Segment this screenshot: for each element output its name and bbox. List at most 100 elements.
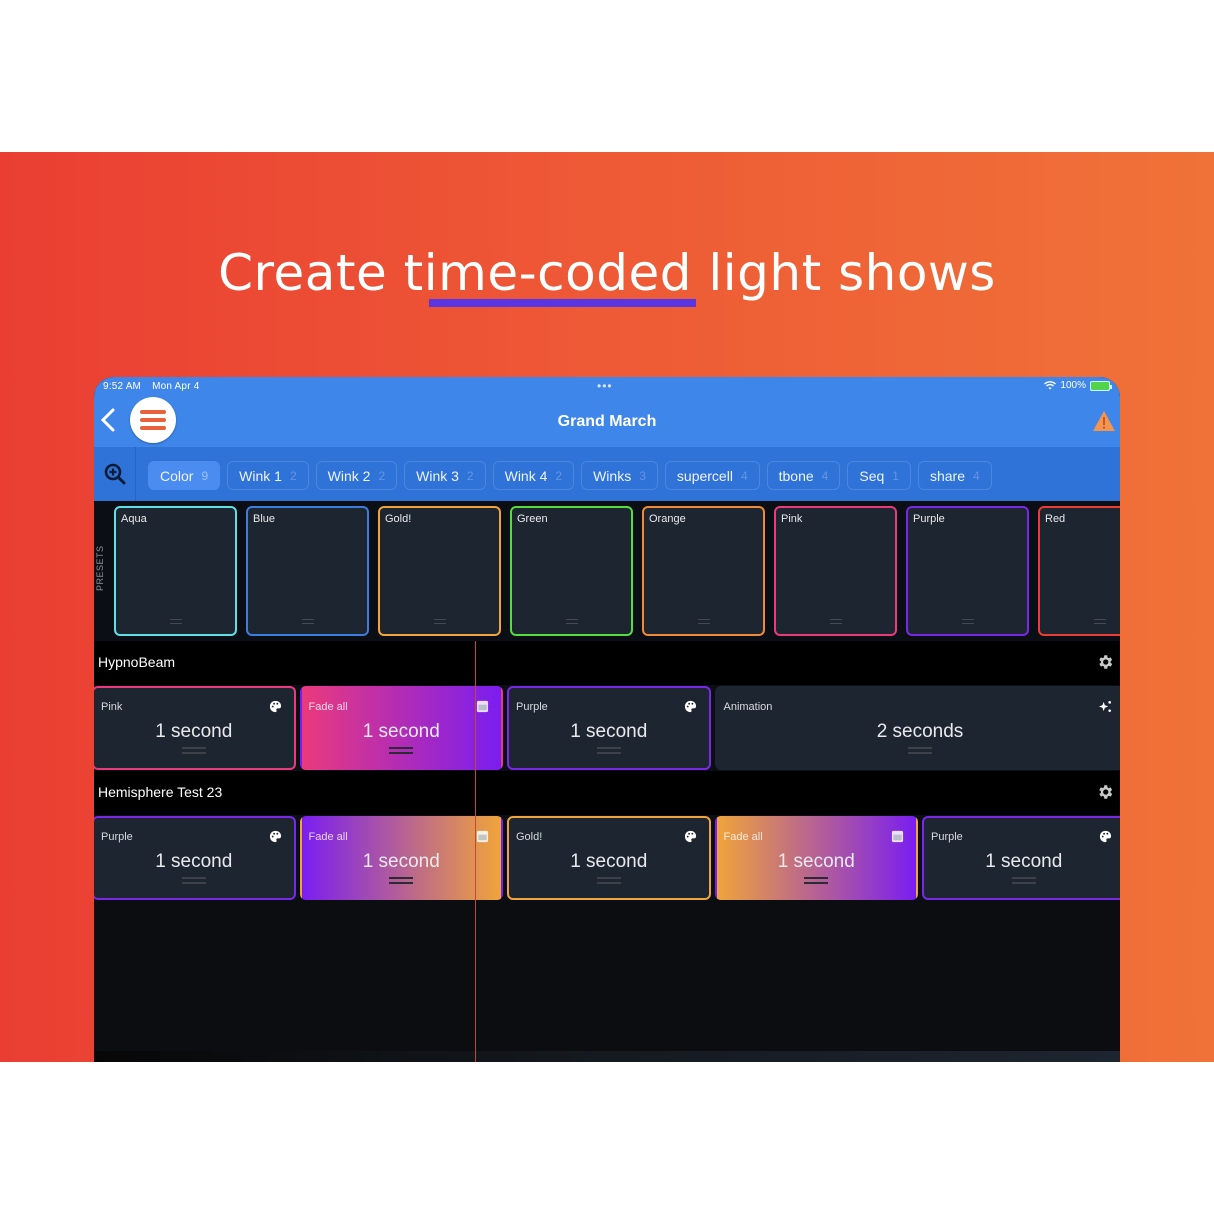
clip-purple[interactable]: Purple 1 second xyxy=(507,686,711,770)
preset-pink[interactable]: Pink xyxy=(774,506,897,636)
clip-duration: 1 second xyxy=(570,851,648,872)
drag-handle-icon[interactable] xyxy=(596,747,621,754)
status-date: Mon Apr 4 xyxy=(152,381,200,392)
preset-green[interactable]: Green xyxy=(510,506,633,636)
preset-blue[interactable]: Blue xyxy=(246,506,369,636)
tab-count: 3 xyxy=(639,468,646,483)
drag-handle-icon[interactable] xyxy=(169,619,182,624)
preset-purple[interactable]: Purple xyxy=(906,506,1029,636)
tab-wink-3[interactable]: Wink 3 2 xyxy=(404,461,486,490)
tab-label: Wink 3 xyxy=(416,467,459,484)
palette-icon xyxy=(1099,830,1112,843)
tab-label: Wink 2 xyxy=(327,467,371,484)
tab-wink-2[interactable]: Wink 2 2 xyxy=(315,461,398,490)
preset-name: Pink xyxy=(781,513,803,525)
drag-handle-icon[interactable] xyxy=(1011,877,1036,884)
preset-name: Gold! xyxy=(385,513,412,525)
zoom-in-icon xyxy=(104,463,125,485)
hamburger-line xyxy=(140,418,166,422)
clip-fade-all[interactable]: Fade all 1 second xyxy=(714,816,918,900)
playhead[interactable] xyxy=(475,641,476,1062)
promo-banner: Create time-coded light shows 9:52 AM Mo… xyxy=(0,152,1214,1062)
clip-duration: 2 seconds xyxy=(876,721,964,742)
menu-button[interactable] xyxy=(130,397,176,443)
drag-handle-icon[interactable] xyxy=(596,877,621,884)
preset-gold[interactable]: Gold! xyxy=(378,506,501,636)
clip-fade-all[interactable]: Fade all 1 second xyxy=(299,686,503,770)
clip-animation[interactable]: Animation 2 seconds xyxy=(714,686,1120,770)
tab-share[interactable]: share 4 xyxy=(917,461,992,490)
tab-count: 2 xyxy=(555,468,563,483)
clip-fade-all[interactable]: Fade all 1 second xyxy=(299,816,503,900)
hamburger-icon xyxy=(140,410,166,414)
tab-label: Wink 4 xyxy=(504,467,548,484)
track-header: HypnoBeam xyxy=(94,641,1120,685)
clip-duration: 1 second xyxy=(777,851,855,872)
clip-name: Purple xyxy=(101,831,133,843)
tab-label: Color xyxy=(160,467,194,484)
status-bar-right: 100% xyxy=(1044,380,1112,391)
preset-orange[interactable]: Orange xyxy=(642,506,765,636)
tab-supercell[interactable]: supercell 4 xyxy=(664,461,760,490)
preset-tabs: Color 9 Wink 1 2 Wink 2 2 Wink 3 2 Wink 4 2 Winks 3… xyxy=(148,461,992,490)
gear-icon[interactable] xyxy=(1096,783,1114,801)
track-name: Hemisphere Test 23 xyxy=(98,784,223,800)
clip-duration: 1 second xyxy=(362,851,440,872)
tab-count: 2 xyxy=(378,468,386,483)
battery-percent: 100% xyxy=(1060,380,1086,391)
palette-icon xyxy=(269,830,282,843)
drag-handle-icon[interactable] xyxy=(1093,619,1106,624)
zoom-in-button[interactable] xyxy=(94,447,136,501)
drag-handle-icon[interactable] xyxy=(433,619,446,624)
drag-handle-icon[interactable] xyxy=(181,747,206,754)
drag-handle-icon[interactable] xyxy=(908,747,932,754)
track-clips-row: Pink 1 second Fade all 1 second Purple 1 seco… xyxy=(94,685,1120,771)
clip-pink[interactable]: Pink 1 second xyxy=(94,686,296,770)
palette-icon xyxy=(684,830,697,843)
drag-handle-icon[interactable] xyxy=(961,619,974,624)
tab-count: 4 xyxy=(821,468,829,483)
wifi-icon xyxy=(1044,381,1057,390)
preset-name: Orange xyxy=(649,513,686,525)
tab-label: Winks xyxy=(593,467,632,484)
clip-duration: 1 second xyxy=(155,721,233,742)
drag-handle-icon[interactable] xyxy=(301,619,314,624)
drag-handle-icon[interactable] xyxy=(565,619,578,624)
gradient-icon xyxy=(891,830,904,843)
status-time: 9:52 AM xyxy=(103,381,142,392)
clip-purple[interactable]: Purple 1 second xyxy=(922,816,1120,900)
tab-label: tbone xyxy=(778,467,814,484)
track-name: HypnoBeam xyxy=(98,654,176,670)
clip-name: Fade all xyxy=(308,831,348,843)
tab-wink-1[interactable]: Wink 1 2 xyxy=(227,461,309,490)
clip-name: Purple xyxy=(931,831,963,843)
drag-handle-icon[interactable] xyxy=(829,619,842,624)
tab-tbone[interactable]: tbone 4 xyxy=(766,461,841,490)
tab-count: 4 xyxy=(973,468,980,483)
drag-handle-icon[interactable] xyxy=(389,747,414,754)
drag-handle-icon[interactable] xyxy=(181,877,206,884)
drag-handle-icon[interactable] xyxy=(804,877,829,884)
clip-duration: 1 second xyxy=(362,721,440,742)
preset-red[interactable]: Red xyxy=(1038,506,1120,636)
preset-aqua[interactable]: Aqua xyxy=(114,506,237,636)
clip-name: Purple xyxy=(516,701,548,713)
clip-gold-[interactable]: Gold! 1 second xyxy=(507,816,711,900)
tab-wink-4[interactable]: Wink 4 2 xyxy=(492,461,575,490)
gear-icon[interactable] xyxy=(1096,653,1114,671)
tab-winks[interactable]: Winks 3 xyxy=(581,461,658,490)
tab-color[interactable]: Color 9 xyxy=(148,461,221,490)
preset-name: Blue xyxy=(253,513,276,525)
drag-handle-icon[interactable] xyxy=(389,877,414,884)
tab-seq[interactable]: Seq 1 xyxy=(847,461,911,490)
clip-name: Pink xyxy=(101,701,123,713)
back-button[interactable] xyxy=(100,407,118,435)
tab-label: Wink 1 xyxy=(239,467,282,484)
clip-purple[interactable]: Purple 1 second xyxy=(94,816,296,900)
warning-triangle-icon[interactable] xyxy=(1092,410,1116,432)
drag-handle-icon[interactable] xyxy=(697,619,710,624)
app-header: 9:52 AM Mon Apr 4 ••• 100% Grand March xyxy=(94,377,1120,447)
page-title: Grand March xyxy=(557,413,657,430)
multitask-dots[interactable]: ••• xyxy=(597,379,613,393)
clip-name: Fade all xyxy=(723,831,763,843)
